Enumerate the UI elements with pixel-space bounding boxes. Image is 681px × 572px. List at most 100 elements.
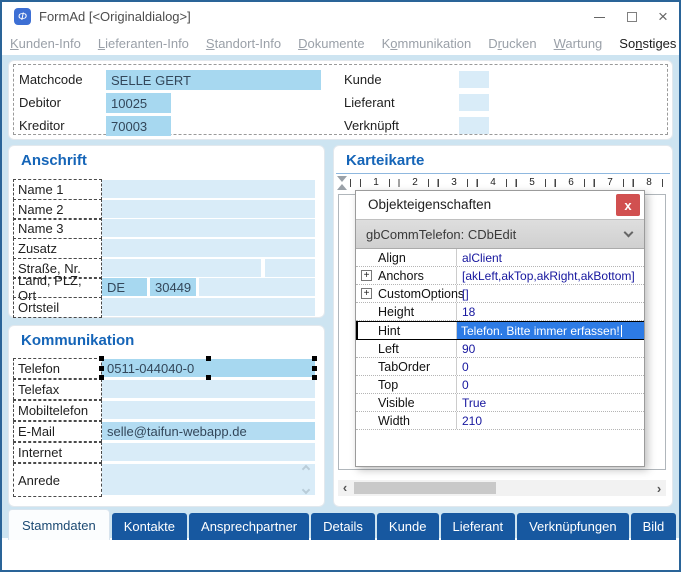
menu-lieferanten-info[interactable]: Lieferanten-Info [98,36,189,51]
anrede-field[interactable] [102,464,315,495]
scroll-up-icon [302,465,310,473]
object-inspector-dialog: Objekteigenschaften x gbCommTelefon: CDb… [355,190,645,467]
selection-handle[interactable] [99,366,104,371]
scroll-down-icon [302,486,310,494]
ruler-number: 1 [366,176,386,189]
property-row-top[interactable]: Top 0 [356,376,644,394]
tab-details[interactable]: Details [311,513,375,540]
object-selector-dropdown[interactable]: gbCommTelefon: CDbEdit [356,219,644,249]
minimize-button[interactable] [585,4,613,30]
anschrift-title: Anschrift [21,152,87,169]
ort-field[interactable] [199,278,315,296]
horizontal-scrollbar[interactable]: ‹ › [338,480,666,496]
telefax-label: Telefax [13,379,102,400]
kunde-field[interactable] [459,71,489,88]
property-row-left[interactable]: Left 90 [356,340,644,358]
selection-handle[interactable] [312,375,317,380]
window-title: FormAd [<Originaldialog>] [39,9,191,24]
inspector-title: Objekteigenschaften [368,197,491,212]
inspector-titlebar: Objekteigenschaften x [356,191,644,219]
selection-handle[interactable] [312,356,317,361]
telefax-field[interactable] [102,380,315,398]
close-icon: × [658,7,668,27]
tab-lieferant[interactable]: Lieferant [441,513,516,540]
property-row-visible[interactable]: Visible True [356,394,644,412]
selection-handle[interactable] [312,366,317,371]
plz-field[interactable]: 30449 [150,278,196,296]
property-row-width[interactable]: Width 210 [356,412,644,430]
titlebar: Φ FormAd [<Originaldialog>] × [2,2,679,32]
mobiltelefon-field[interactable] [102,401,315,419]
kommunikation-panel: Kommunikation Telefon 0511-044040-0 Tele… [8,325,325,507]
menu-drucken[interactable]: Drucken [488,36,536,51]
tab-verknuepfungen[interactable]: Verknüpfungen [517,513,628,540]
menu-standort-info[interactable]: Standort-Info [206,36,281,51]
zusatz-field[interactable] [102,239,315,257]
scrollbar-right-icon[interactable]: › [652,481,666,496]
inspector-close-button[interactable]: x [616,194,640,216]
tab-ansprechpartner[interactable]: Ansprechpartner [189,513,309,540]
tab-kontakte[interactable]: Kontakte [112,513,187,540]
verknuepft-field[interactable] [459,117,489,134]
name2-field[interactable] [102,200,315,218]
maximize-button[interactable] [618,4,646,30]
scrollbar-left-icon[interactable]: ‹ [338,480,352,496]
email-label: E-Mail [13,421,102,442]
anrede-scrollbar[interactable] [299,466,313,493]
kreditor-field[interactable]: 70003 [106,116,171,136]
menu-sonstiges[interactable]: Sonstiges [619,36,676,51]
close-button[interactable]: × [649,4,677,30]
kunde-label: Kunde [344,72,382,87]
tab-stammdaten[interactable]: Stammdaten [8,509,110,540]
menu-kunden-info[interactable]: Kunden-Info [10,36,81,51]
name2-label: Name 2 [13,199,102,220]
header-panel: Matchcode SELLE GERT Debitor 10025 Kredi… [8,60,673,140]
debitor-label: Debitor [19,95,61,110]
ruler-marker[interactable] [337,176,347,190]
land-plz-ort-label: Land, PLZ, Ort [13,277,102,298]
selection-handle[interactable] [206,375,211,380]
menubar: Kunden-Info Lieferanten-Info Standort-In… [2,32,679,55]
close-icon: x [624,198,631,213]
property-row-customoptions[interactable]: + CustomOptions [] [356,285,644,303]
verknuepft-label: Verknüpft [344,118,399,133]
ruler-number: 7 [600,176,620,189]
strasse-field[interactable] [102,259,261,277]
debitor-field[interactable]: 10025 [106,93,171,113]
scrollbar-thumb[interactable] [354,482,496,494]
property-row-height[interactable]: Height 18 [356,303,644,321]
telefon-field[interactable]: 0511-044040-0 [102,359,315,377]
ruler-number: 6 [561,176,581,189]
property-row-hint[interactable]: Hint Telefon. Bitte immer erfassen! [356,321,644,340]
ortsteil-field[interactable] [102,298,315,316]
bottom-strip [2,538,679,570]
selection-handle[interactable] [99,356,104,361]
hausnummer-field[interactable] [265,259,315,277]
app-window: Φ FormAd [<Originaldialog>] × Kunden-Inf… [0,0,681,572]
property-row-align[interactable]: Align alClient [356,249,644,267]
menu-wartung[interactable]: Wartung [554,36,603,51]
property-row-taborder[interactable]: TabOrder 0 [356,358,644,376]
zusatz-label: Zusatz [13,238,102,259]
text-caret [621,325,622,337]
land-field[interactable]: DE [102,278,147,296]
name3-label: Name 3 [13,218,102,239]
menu-dokumente[interactable]: Dokumente [298,36,364,51]
ruler-number: 4 [483,176,503,189]
menu-kommunikation[interactable]: Kommunikation [382,36,472,51]
selection-handle[interactable] [99,375,104,380]
anrede-label: Anrede [13,463,102,497]
name3-field[interactable] [102,219,315,237]
tab-kunde[interactable]: Kunde [377,513,439,540]
email-field[interactable]: selle@taifun-webapp.de [102,422,315,440]
selection-handle[interactable] [206,356,211,361]
lieferant-field[interactable] [459,94,489,111]
app-logo-icon: Φ [14,8,31,25]
name1-field[interactable] [102,180,315,198]
property-row-anchors[interactable]: + Anchors [akLeft,akTop,akRight,akBottom… [356,267,644,285]
tab-bild[interactable]: Bild [631,513,677,540]
internet-field[interactable] [102,443,315,461]
matchcode-field[interactable]: SELLE GERT [106,70,321,90]
ruler: 1 2 3 4 5 6 7 8 [336,173,670,190]
ruler-number: 8 [639,176,659,189]
